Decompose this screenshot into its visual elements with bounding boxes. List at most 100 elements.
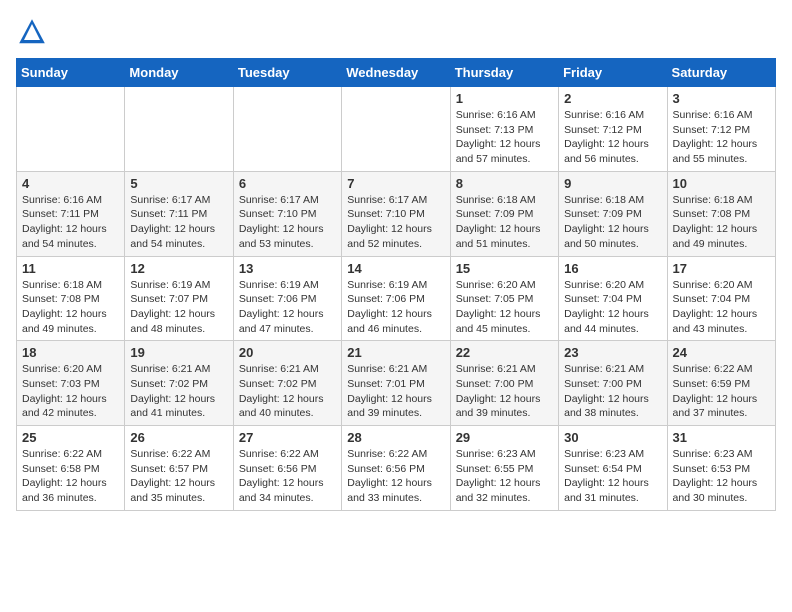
day-number: 7 <box>347 176 444 191</box>
day-number: 4 <box>22 176 119 191</box>
calendar-cell: 17 Sunrise: 6:20 AMSunset: 7:04 PMDayligh… <box>667 256 775 341</box>
day-number: 21 <box>347 345 444 360</box>
calendar-cell: 5Sunrise: 6:17 AMSunset: 7:11 PMDaylight… <box>125 171 233 256</box>
day-number: 16 <box>564 261 661 276</box>
day-number: 3 <box>673 91 770 106</box>
weekday-header-friday: Friday <box>559 59 667 87</box>
calendar-cell: 29 Sunrise: 6:23 AMSunset: 6:55 PMDayligh… <box>450 426 558 511</box>
day-number: 14 <box>347 261 444 276</box>
day-number: 8 <box>456 176 553 191</box>
day-info: Sunrise: 6:19 AMSunset: 7:06 PMDaylight:… <box>347 278 444 337</box>
day-info: Sunrise: 6:22 AMSunset: 6:56 PMDaylight:… <box>347 447 444 506</box>
day-number: 22 <box>456 345 553 360</box>
day-number: 31 <box>673 430 770 445</box>
calendar-cell: 4 Sunrise: 6:16 AMSunset: 7:11 PMDaylight… <box>17 171 125 256</box>
weekday-header-monday: Monday <box>125 59 233 87</box>
day-number: 10 <box>673 176 770 191</box>
day-info: Sunrise: 6:16 AMSunset: 7:11 PMDaylight:… <box>22 193 119 252</box>
day-info: Sunrise: 6:23 AMSunset: 6:53 PMDaylight:… <box>673 447 770 506</box>
weekday-header-wednesday: Wednesday <box>342 59 450 87</box>
week-row-2: 4 Sunrise: 6:16 AMSunset: 7:11 PMDaylight… <box>17 171 776 256</box>
calendar-cell: 3 Sunrise: 6:16 AMSunset: 7:12 PMDaylight… <box>667 87 775 172</box>
calendar-cell: 10 Sunrise: 6:18 AMSunset: 7:08 PMDayligh… <box>667 171 775 256</box>
calendar-cell: 15 Sunrise: 6:20 AMSunset: 7:05 PMDayligh… <box>450 256 558 341</box>
calendar-cell: 11 Sunrise: 6:18 AMSunset: 7:08 PMDayligh… <box>17 256 125 341</box>
calendar-cell: 25 Sunrise: 6:22 AMSunset: 6:58 PMDayligh… <box>17 426 125 511</box>
day-number: 20 <box>239 345 336 360</box>
general-blue-logo-icon <box>16 16 48 48</box>
calendar-cell <box>125 87 233 172</box>
day-number: 9 <box>564 176 661 191</box>
weekday-header-sunday: Sunday <box>17 59 125 87</box>
day-info: Sunrise: 6:22 AMSunset: 6:58 PMDaylight:… <box>22 447 119 506</box>
day-info: Sunrise: 6:20 AMSunset: 7:03 PMDaylight:… <box>22 362 119 421</box>
day-info: Sunrise: 6:18 AMSunset: 7:08 PMDaylight:… <box>22 278 119 337</box>
day-number: 23 <box>564 345 661 360</box>
calendar-cell: 21 Sunrise: 6:21 AMSunset: 7:01 PMDayligh… <box>342 341 450 426</box>
day-info: Sunrise: 6:22 AMSunset: 6:56 PMDaylight:… <box>239 447 336 506</box>
week-row-4: 18 Sunrise: 6:20 AMSunset: 7:03 PMDayligh… <box>17 341 776 426</box>
weekday-header-tuesday: Tuesday <box>233 59 341 87</box>
day-number: 19 <box>130 345 227 360</box>
day-number: 28 <box>347 430 444 445</box>
day-number: 26 <box>130 430 227 445</box>
day-number: 25 <box>22 430 119 445</box>
calendar-cell: 18 Sunrise: 6:20 AMSunset: 7:03 PMDayligh… <box>17 341 125 426</box>
day-info: Sunrise: 6:20 AMSunset: 7:04 PMDaylight:… <box>564 278 661 337</box>
day-number: 2 <box>564 91 661 106</box>
day-number: 5 <box>130 176 227 191</box>
day-info: Sunrise: 6:20 AMSunset: 7:05 PMDaylight:… <box>456 278 553 337</box>
calendar-cell: 24Sunrise: 6:22 AMSunset: 6:59 PMDayligh… <box>667 341 775 426</box>
calendar-cell: 14 Sunrise: 6:19 AMSunset: 7:06 PMDayligh… <box>342 256 450 341</box>
day-info: Sunrise: 6:21 AMSunset: 7:02 PMDaylight:… <box>239 362 336 421</box>
calendar-cell: 22Sunrise: 6:21 AMSunset: 7:00 PMDayligh… <box>450 341 558 426</box>
calendar-cell: 30 Sunrise: 6:23 AMSunset: 6:54 PMDayligh… <box>559 426 667 511</box>
day-number: 12 <box>130 261 227 276</box>
calendar-cell: 19Sunrise: 6:21 AMSunset: 7:02 PMDayligh… <box>125 341 233 426</box>
day-number: 15 <box>456 261 553 276</box>
day-info: Sunrise: 6:20 AMSunset: 7:04 PMDaylight:… <box>673 278 770 337</box>
day-number: 6 <box>239 176 336 191</box>
calendar-cell: 31 Sunrise: 6:23 AMSunset: 6:53 PMDayligh… <box>667 426 775 511</box>
week-row-5: 25 Sunrise: 6:22 AMSunset: 6:58 PMDayligh… <box>17 426 776 511</box>
weekday-header-row: SundayMondayTuesdayWednesdayThursdayFrid… <box>17 59 776 87</box>
calendar-cell: 2 Sunrise: 6:16 AMSunset: 7:12 PMDaylight… <box>559 87 667 172</box>
day-number: 1 <box>456 91 553 106</box>
day-info: Sunrise: 6:17 AMSunset: 7:10 PMDaylight:… <box>347 193 444 252</box>
day-number: 11 <box>22 261 119 276</box>
day-info: Sunrise: 6:21 AMSunset: 7:00 PMDaylight:… <box>564 362 661 421</box>
week-row-1: 1 Sunrise: 6:16 AMSunset: 7:13 PMDaylight… <box>17 87 776 172</box>
day-info: Sunrise: 6:23 AMSunset: 6:54 PMDaylight:… <box>564 447 661 506</box>
calendar-cell: 7 Sunrise: 6:17 AMSunset: 7:10 PMDaylight… <box>342 171 450 256</box>
day-number: 17 <box>673 261 770 276</box>
calendar-cell: 12 Sunrise: 6:19 AMSunset: 7:07 PMDayligh… <box>125 256 233 341</box>
day-info: Sunrise: 6:16 AMSunset: 7:13 PMDaylight:… <box>456 108 553 167</box>
day-info: Sunrise: 6:16 AMSunset: 7:12 PMDaylight:… <box>564 108 661 167</box>
calendar-cell: 20 Sunrise: 6:21 AMSunset: 7:02 PMDayligh… <box>233 341 341 426</box>
week-row-3: 11 Sunrise: 6:18 AMSunset: 7:08 PMDayligh… <box>17 256 776 341</box>
calendar-cell: 28 Sunrise: 6:22 AMSunset: 6:56 PMDayligh… <box>342 426 450 511</box>
day-number: 29 <box>456 430 553 445</box>
day-info: Sunrise: 6:21 AMSunset: 7:01 PMDaylight:… <box>347 362 444 421</box>
calendar-cell: 13Sunrise: 6:19 AMSunset: 7:06 PMDayligh… <box>233 256 341 341</box>
day-info: Sunrise: 6:18 AMSunset: 7:09 PMDaylight:… <box>456 193 553 252</box>
day-number: 24 <box>673 345 770 360</box>
day-info: Sunrise: 6:19 AMSunset: 7:06 PMDaylight:… <box>239 278 336 337</box>
calendar-cell: 8 Sunrise: 6:18 AMSunset: 7:09 PMDaylight… <box>450 171 558 256</box>
day-info: Sunrise: 6:19 AMSunset: 7:07 PMDaylight:… <box>130 278 227 337</box>
calendar-cell: 6Sunrise: 6:17 AMSunset: 7:10 PMDaylight… <box>233 171 341 256</box>
page-header <box>16 16 776 48</box>
calendar-cell: 16 Sunrise: 6:20 AMSunset: 7:04 PMDayligh… <box>559 256 667 341</box>
calendar-cell: 9Sunrise: 6:18 AMSunset: 7:09 PMDaylight… <box>559 171 667 256</box>
day-number: 27 <box>239 430 336 445</box>
day-info: Sunrise: 6:16 AMSunset: 7:12 PMDaylight:… <box>673 108 770 167</box>
calendar-table: SundayMondayTuesdayWednesdayThursdayFrid… <box>16 58 776 511</box>
day-info: Sunrise: 6:23 AMSunset: 6:55 PMDaylight:… <box>456 447 553 506</box>
logo <box>16 16 52 48</box>
calendar-cell: 1 Sunrise: 6:16 AMSunset: 7:13 PMDaylight… <box>450 87 558 172</box>
day-number: 18 <box>22 345 119 360</box>
calendar-cell: 23 Sunrise: 6:21 AMSunset: 7:00 PMDayligh… <box>559 341 667 426</box>
day-info: Sunrise: 6:18 AMSunset: 7:08 PMDaylight:… <box>673 193 770 252</box>
day-number: 30 <box>564 430 661 445</box>
weekday-header-saturday: Saturday <box>667 59 775 87</box>
